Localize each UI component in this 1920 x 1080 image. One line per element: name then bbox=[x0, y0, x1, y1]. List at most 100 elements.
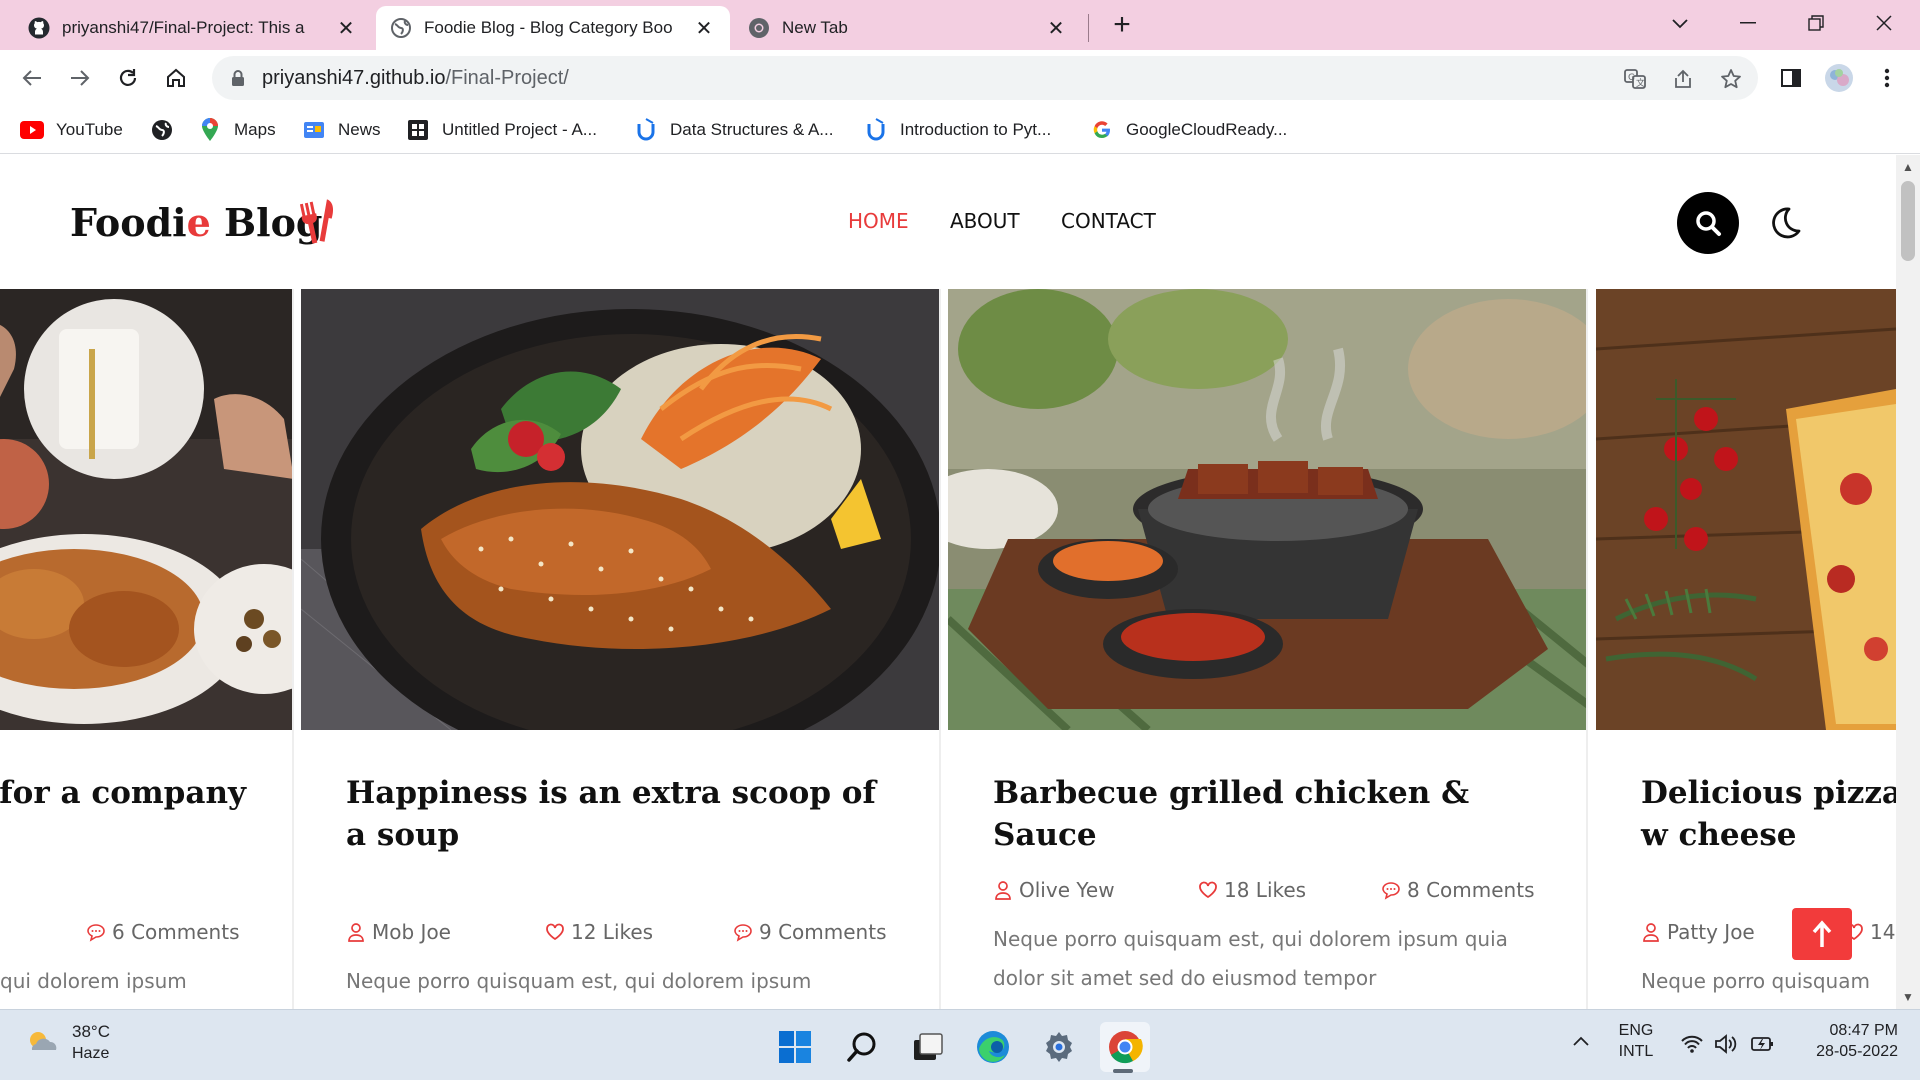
post-card[interactable]: Delicious pizza w cheese Patty Joe 14 Ne… bbox=[1596, 289, 1896, 1009]
weather-widget[interactable]: 38°C Haze bbox=[24, 1022, 110, 1063]
udemy-icon bbox=[634, 118, 658, 142]
settings-button[interactable] bbox=[1034, 1022, 1084, 1072]
weather-condition: Haze bbox=[72, 1045, 110, 1062]
user-icon bbox=[348, 923, 364, 942]
close-icon[interactable]: ✕ bbox=[692, 16, 716, 40]
task-view-button[interactable] bbox=[903, 1022, 953, 1072]
tab-strip: priyanshi47/Final-Project: This a ✕ Food… bbox=[0, 0, 1920, 50]
scroll-up-arrow-icon[interactable]: ▲ bbox=[1902, 161, 1914, 173]
active-app-indicator bbox=[1113, 1069, 1133, 1073]
wifi-icon[interactable] bbox=[1680, 1034, 1704, 1059]
author-name[interactable]: Olive Yew bbox=[1019, 878, 1115, 902]
post-comments: 6 Comments bbox=[86, 920, 240, 944]
battery-charging-icon[interactable] bbox=[1750, 1034, 1776, 1059]
windows-taskbar: 38°C Haze ENG INTL 08:47 PM 28-05-2022 bbox=[0, 1009, 1920, 1080]
reload-button[interactable] bbox=[112, 62, 144, 94]
search-icon bbox=[1696, 211, 1721, 236]
post-comments[interactable]: 9 Comments bbox=[733, 920, 887, 944]
scrollbar-thumb[interactable] bbox=[1901, 181, 1915, 261]
post-likes[interactable]: 12 Likes bbox=[545, 920, 653, 944]
maps-icon bbox=[198, 118, 222, 142]
keyboard-layout: INTL bbox=[1618, 1043, 1654, 1060]
minimize-button[interactable] bbox=[1728, 8, 1768, 38]
bookmark-news[interactable]: News bbox=[302, 114, 381, 146]
restore-button[interactable] bbox=[1796, 8, 1836, 38]
edge-browser-button[interactable] bbox=[968, 1022, 1018, 1072]
close-window-button[interactable] bbox=[1864, 8, 1904, 38]
address-bar[interactable]: priyanshi47.github.io/Final-Project/ G文 bbox=[212, 56, 1758, 100]
site-logo[interactable]: Foodie Blog bbox=[70, 200, 323, 245]
back-button[interactable] bbox=[16, 62, 48, 94]
bookmark-label: Introduction to Pyt... bbox=[900, 120, 1052, 139]
post-image-grilled-chicken-salad[interactable] bbox=[301, 289, 939, 730]
globe-icon bbox=[150, 118, 174, 142]
post-image-barbecue-chicken[interactable] bbox=[948, 289, 1586, 730]
post-excerpt: Neque porro quisquam est, qui dolorem ip… bbox=[346, 969, 812, 993]
author-name[interactable]: Patty Joe bbox=[1667, 920, 1755, 944]
forward-button[interactable] bbox=[64, 62, 96, 94]
post-comments[interactable]: 8 Comments bbox=[1381, 878, 1535, 902]
likes-count: 14 bbox=[1870, 920, 1896, 944]
scroll-to-top-button[interactable] bbox=[1792, 908, 1852, 960]
nav-link-contact[interactable]: CONTACT bbox=[1061, 209, 1156, 233]
post-title[interactable]: Delicious pizza w cheese bbox=[1641, 772, 1896, 856]
task-view-icon bbox=[914, 1033, 943, 1060]
tab-github[interactable]: priyanshi47/Final-Project: This a ✕ bbox=[14, 6, 372, 50]
tab-foodie-blog[interactable]: Foodie Blog - Blog Category Boo ✕ bbox=[376, 6, 730, 50]
close-icon[interactable]: ✕ bbox=[334, 16, 358, 40]
profile-avatar[interactable] bbox=[1823, 62, 1855, 94]
post-title[interactable]: Happiness is an extra scoop of a soup bbox=[346, 772, 906, 856]
scroll-down-arrow-icon[interactable]: ▼ bbox=[1902, 991, 1914, 1003]
post-title[interactable]: Ideal food for a company bbox=[0, 772, 246, 814]
user-icon bbox=[995, 881, 1011, 900]
new-tab-button[interactable]: + bbox=[1106, 10, 1138, 42]
project-icon bbox=[406, 118, 430, 142]
bookmark-label: News bbox=[338, 120, 381, 139]
page-scrollbar[interactable]: ▲ ▼ bbox=[1896, 155, 1920, 1009]
search-icon bbox=[847, 1032, 876, 1062]
bookmark-youtube[interactable]: YouTube bbox=[20, 114, 123, 146]
show-hidden-icons-chevron-icon[interactable] bbox=[1572, 1034, 1590, 1052]
bookmark-data-structures[interactable]: Data Structures & A... bbox=[634, 114, 833, 146]
post-image-pizza[interactable] bbox=[1596, 289, 1896, 730]
share-icon[interactable] bbox=[1670, 66, 1696, 92]
post-excerpt: Neque porro quisquam bbox=[1641, 969, 1870, 993]
post-card[interactable]: Barbecue grilled chicken & Sauce Olive Y… bbox=[948, 289, 1588, 1009]
bookmark-maps[interactable]: Maps bbox=[198, 114, 276, 146]
nav-link-about[interactable]: ABOUT bbox=[950, 209, 1020, 233]
bookmark-globe[interactable] bbox=[150, 114, 186, 146]
post-card[interactable]: Ideal food for a company 6 Comments qui … bbox=[0, 289, 294, 1009]
chrome-icon bbox=[748, 17, 770, 39]
edge-icon bbox=[977, 1031, 1009, 1063]
bookmark-introduction-python[interactable]: Introduction to Pyt... bbox=[864, 114, 1051, 146]
language-indicator[interactable]: ENG INTL bbox=[1612, 1022, 1660, 1061]
bookmark-star-icon[interactable] bbox=[1718, 66, 1744, 92]
udemy-icon bbox=[864, 118, 888, 142]
post-likes[interactable]: 18 Likes bbox=[1198, 878, 1306, 902]
nav-link-home[interactable]: HOME bbox=[848, 209, 909, 233]
tab-new-tab[interactable]: New Tab ✕ bbox=[734, 6, 1082, 50]
chrome-browser-button[interactable] bbox=[1100, 1022, 1150, 1072]
close-icon[interactable]: ✕ bbox=[1044, 16, 1068, 40]
taskbar-search-button[interactable] bbox=[837, 1022, 887, 1072]
post-excerpt: Neque porro quisquam est, qui dolorem ip… bbox=[993, 927, 1508, 990]
site-header: Foodie Blog HOME ABOUT CONTACT bbox=[0, 155, 1896, 290]
moon-icon[interactable] bbox=[1767, 205, 1803, 241]
bookmark-google-cloud[interactable]: GoogleCloudReady... bbox=[1090, 114, 1287, 146]
tab-search-chevron-icon[interactable] bbox=[1660, 8, 1700, 38]
menu-icon[interactable] bbox=[1871, 62, 1903, 94]
logo-text: Foodi bbox=[70, 200, 187, 245]
side-panel-icon[interactable] bbox=[1775, 62, 1807, 94]
post-image-dinner-table[interactable] bbox=[0, 289, 292, 730]
bookmark-label: Maps bbox=[234, 120, 276, 139]
post-card[interactable]: Happiness is an extra scoop of a soup Mo… bbox=[301, 289, 941, 1009]
bookmark-untitled-project[interactable]: Untitled Project - A... bbox=[406, 114, 597, 146]
volume-icon[interactable] bbox=[1714, 1034, 1740, 1059]
site-search-button[interactable] bbox=[1677, 192, 1739, 254]
translate-icon[interactable]: G文 bbox=[1622, 66, 1648, 92]
author-name[interactable]: Mob Joe bbox=[372, 920, 451, 944]
clock[interactable]: 08:47 PM 28-05-2022 bbox=[1798, 1022, 1898, 1061]
windows-start-button[interactable] bbox=[770, 1022, 820, 1072]
home-button[interactable] bbox=[160, 62, 192, 94]
post-title[interactable]: Barbecue grilled chicken & Sauce bbox=[993, 772, 1553, 856]
